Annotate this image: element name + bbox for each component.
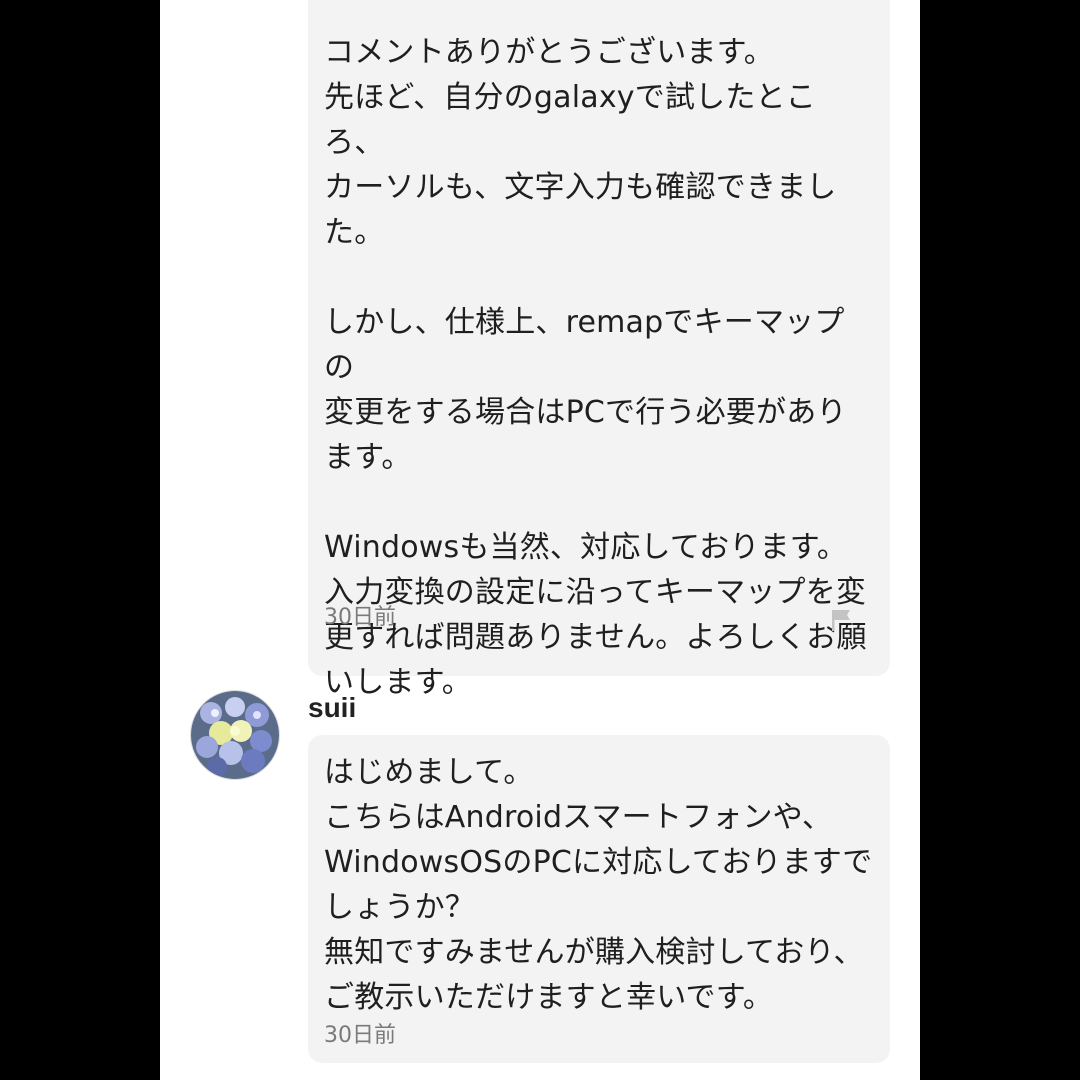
comment-timestamp: 30日前 [324, 1023, 396, 1048]
avatar[interactable] [190, 690, 280, 780]
reply-timestamp: 30日前 [324, 605, 396, 630]
comment-thread: コメントありがとうございます。 先ほど、自分のgalaxyで試したところ、 カー… [160, 0, 920, 1080]
flower-avatar-icon [191, 691, 279, 779]
flag-icon[interactable] [830, 608, 852, 632]
reply-text: コメントありがとうございます。 先ほど、自分のgalaxyで試したところ、 カー… [324, 35, 867, 700]
comment-username[interactable]: suii [308, 692, 356, 724]
reply-bubble: コメントありがとうございます。 先ほど、自分のgalaxyで試したところ、 カー… [308, 0, 890, 700]
comment-text: はじめまして。 こちらはAndroidスマートフォンや、 WindowsOSのP… [324, 755, 873, 1015]
comment-bubble: はじめまして。 こちらはAndroidスマートフォンや、 WindowsOSのP… [308, 735, 890, 1063]
